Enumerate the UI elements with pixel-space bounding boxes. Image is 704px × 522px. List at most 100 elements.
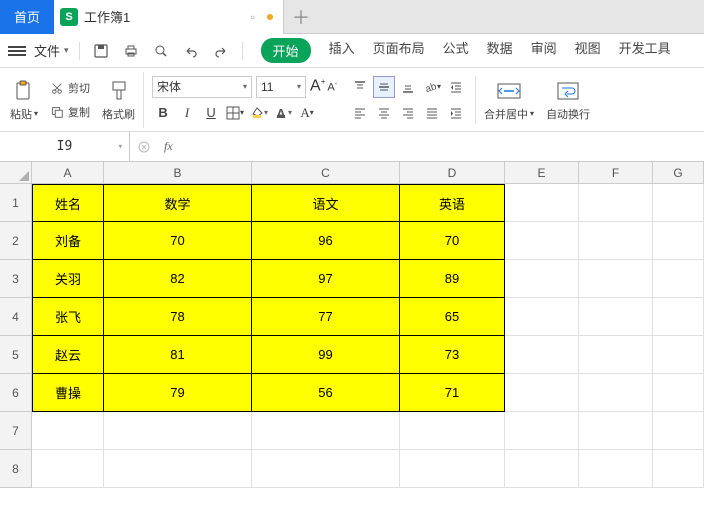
align-top-button[interactable] <box>349 76 371 98</box>
cell[interactable] <box>579 222 653 260</box>
cell[interactable] <box>653 184 704 222</box>
cell[interactable] <box>505 298 579 336</box>
cell[interactable]: 82 <box>104 260 252 298</box>
font-grow-shrink[interactable]: A+ A- <box>310 77 337 95</box>
preview-icon[interactable] <box>150 40 172 62</box>
row-header[interactable]: 6 <box>0 374 32 412</box>
cell[interactable] <box>579 260 653 298</box>
row-header[interactable]: 4 <box>0 298 32 336</box>
cut-button[interactable]: 剪切 <box>46 78 94 98</box>
paste-group[interactable]: 粘贴▾ <box>6 72 42 128</box>
row-header[interactable]: 8 <box>0 450 32 488</box>
cell[interactable] <box>32 450 104 488</box>
cell[interactable] <box>505 412 579 450</box>
cell[interactable]: 71 <box>400 374 505 412</box>
row-header[interactable]: 7 <box>0 412 32 450</box>
cell[interactable]: 语文 <box>252 184 400 222</box>
row-header[interactable]: 5 <box>0 336 32 374</box>
cell[interactable] <box>579 336 653 374</box>
name-box[interactable]: I9 ▾ <box>0 132 130 161</box>
cell[interactable] <box>653 298 704 336</box>
col-header-B[interactable]: B <box>104 162 252 184</box>
font-grow-icon[interactable]: A+ <box>310 77 325 95</box>
cell[interactable] <box>653 260 704 298</box>
cell[interactable] <box>505 222 579 260</box>
tab-start[interactable]: 开始 <box>261 38 311 63</box>
cell[interactable]: 99 <box>252 336 400 374</box>
indent-increase-button[interactable] <box>445 102 467 124</box>
align-left-button[interactable] <box>349 102 371 124</box>
font-effects-button[interactable]: A▾ <box>296 102 318 124</box>
row-header[interactable]: 1 <box>0 184 32 222</box>
cell[interactable] <box>653 222 704 260</box>
font-size-select[interactable]: 11 ▾ <box>256 76 306 98</box>
cell[interactable] <box>653 336 704 374</box>
align-middle-button[interactable] <box>373 76 395 98</box>
col-header-F[interactable]: F <box>579 162 653 184</box>
cell[interactable]: 73 <box>400 336 505 374</box>
cell[interactable]: 英语 <box>400 184 505 222</box>
cell[interactable] <box>505 184 579 222</box>
cell[interactable] <box>653 374 704 412</box>
tab-review[interactable]: 审阅 <box>531 38 557 63</box>
cell[interactable]: 97 <box>252 260 400 298</box>
workbook-tab[interactable]: S 工作簿1 ▫ <box>54 0 284 34</box>
cell[interactable] <box>400 412 505 450</box>
bold-button[interactable]: B <box>152 102 174 124</box>
undo-icon[interactable] <box>180 40 202 62</box>
align-bottom-button[interactable] <box>397 76 419 98</box>
col-header-C[interactable]: C <box>252 162 400 184</box>
spreadsheet-grid[interactable]: A B C D E F G 1 姓名 数学 语文 英语 2 刘备 70 96 7… <box>0 162 704 488</box>
tab-formula[interactable]: 公式 <box>443 38 469 63</box>
redo-icon[interactable] <box>210 40 232 62</box>
save-icon[interactable] <box>90 40 112 62</box>
cell[interactable]: 65 <box>400 298 505 336</box>
cell[interactable]: 姓名 <box>32 184 104 222</box>
cell[interactable] <box>400 450 505 488</box>
cell[interactable] <box>505 450 579 488</box>
col-header-A[interactable]: A <box>32 162 104 184</box>
cell[interactable] <box>579 298 653 336</box>
underline-button[interactable]: U <box>200 102 222 124</box>
formula-input[interactable] <box>179 132 704 161</box>
cell[interactable]: 曹操 <box>32 374 104 412</box>
cell[interactable] <box>579 374 653 412</box>
cell[interactable]: 70 <box>104 222 252 260</box>
copy-button[interactable]: 复制 <box>46 102 94 122</box>
cell[interactable] <box>252 412 400 450</box>
format-painter-group[interactable]: 格式刷 <box>98 72 144 128</box>
cell[interactable]: 79 <box>104 374 252 412</box>
cell[interactable]: 89 <box>400 260 505 298</box>
font-color-button[interactable]: A▾ <box>272 102 294 124</box>
file-menu[interactable]: 文件 ▾ <box>34 41 69 60</box>
tab-data[interactable]: 数据 <box>487 38 513 63</box>
fx-icon[interactable]: fx <box>164 139 173 154</box>
col-header-G[interactable]: G <box>653 162 704 184</box>
cell[interactable]: 张飞 <box>32 298 104 336</box>
tab-view[interactable]: 视图 <box>575 38 601 63</box>
fx-cancel-icon[interactable] <box>130 140 158 154</box>
indent-decrease-button[interactable] <box>445 76 467 98</box>
align-right-button[interactable] <box>397 102 419 124</box>
cell[interactable]: 赵云 <box>32 336 104 374</box>
cell[interactable] <box>579 184 653 222</box>
cell[interactable]: 77 <box>252 298 400 336</box>
cell[interactable]: 96 <box>252 222 400 260</box>
cell[interactable]: 关羽 <box>32 260 104 298</box>
cell[interactable] <box>32 412 104 450</box>
tab-menu-icon[interactable]: ▫ <box>251 10 255 24</box>
cell[interactable]: 数学 <box>104 184 252 222</box>
cell[interactable] <box>505 336 579 374</box>
cell[interactable]: 78 <box>104 298 252 336</box>
cell[interactable] <box>579 450 653 488</box>
col-header-E[interactable]: E <box>505 162 579 184</box>
cell[interactable] <box>252 450 400 488</box>
border-button[interactable]: ▾ <box>224 102 246 124</box>
cell[interactable]: 70 <box>400 222 505 260</box>
auto-wrap-group[interactable]: 自动换行 <box>542 72 594 128</box>
tab-insert[interactable]: 插入 <box>329 38 355 63</box>
justify-button[interactable] <box>421 102 443 124</box>
align-center-button[interactable] <box>373 102 395 124</box>
tab-dev[interactable]: 开发工具 <box>619 38 671 63</box>
print-icon[interactable] <box>120 40 142 62</box>
